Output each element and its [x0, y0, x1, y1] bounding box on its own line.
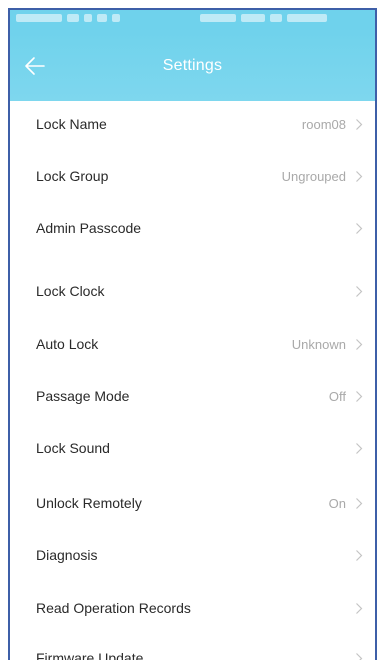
- chevron-right-icon: [355, 549, 363, 562]
- setting-label: Lock Name: [36, 116, 107, 132]
- setting-row-read-operation-records[interactable]: Read Operation Records: [10, 589, 375, 629]
- chevron-right-icon: [355, 338, 363, 351]
- setting-label: Lock Sound: [36, 440, 110, 456]
- setting-label: Firmware Update: [36, 650, 144, 660]
- setting-label: Read Operation Records: [36, 600, 191, 616]
- setting-row-firmware-update[interactable]: Firmware Update: [10, 639, 375, 660]
- setting-row-lock-sound[interactable]: Lock Sound: [10, 429, 375, 469]
- setting-value: Ungrouped: [281, 169, 346, 184]
- setting-label: Lock Clock: [36, 283, 105, 299]
- setting-row-auto-lock[interactable]: Auto Lock Unknown: [10, 325, 375, 365]
- setting-label: Lock Group: [36, 168, 109, 184]
- chevron-right-icon: [355, 390, 363, 403]
- chevron-right-icon: [355, 602, 363, 615]
- chevron-right-icon: [355, 442, 363, 455]
- status-bar: [10, 10, 375, 28]
- setting-row-lock-clock[interactable]: Lock Clock: [10, 272, 375, 312]
- chevron-right-icon: [355, 222, 363, 235]
- phone-screen: Settings Lock Name room08 Lock Group Ung…: [8, 8, 377, 660]
- chevron-right-icon: [355, 285, 363, 298]
- setting-value: Off: [328, 389, 346, 404]
- setting-label: Admin Passcode: [36, 220, 142, 236]
- setting-row-passage-mode[interactable]: Passage Mode Off: [10, 377, 375, 417]
- page-title: Settings: [162, 57, 223, 74]
- setting-value: On: [328, 496, 346, 511]
- setting-value: room08: [301, 117, 346, 132]
- chevron-right-icon: [355, 118, 363, 131]
- chevron-right-icon: [355, 652, 363, 660]
- setting-label: Auto Lock: [36, 336, 99, 352]
- setting-row-admin-passcode[interactable]: Admin Passcode: [10, 209, 375, 249]
- setting-label: Diagnosis: [36, 547, 98, 563]
- setting-row-unlock-remotely[interactable]: Unlock Remotely On: [10, 484, 375, 524]
- setting-label: Unlock Remotely: [36, 495, 142, 511]
- setting-row-lock-group[interactable]: Lock Group Ungrouped: [10, 157, 375, 197]
- setting-value: Unknown: [291, 337, 346, 352]
- chevron-right-icon: [355, 497, 363, 510]
- setting-row-diagnosis[interactable]: Diagnosis: [10, 536, 375, 576]
- setting-row-lock-name[interactable]: Lock Name room08: [10, 105, 375, 145]
- setting-label: Passage Mode: [36, 388, 130, 404]
- app-header: Settings: [10, 28, 375, 101]
- chevron-right-icon: [355, 170, 363, 183]
- status-bar-icons: [16, 14, 366, 24]
